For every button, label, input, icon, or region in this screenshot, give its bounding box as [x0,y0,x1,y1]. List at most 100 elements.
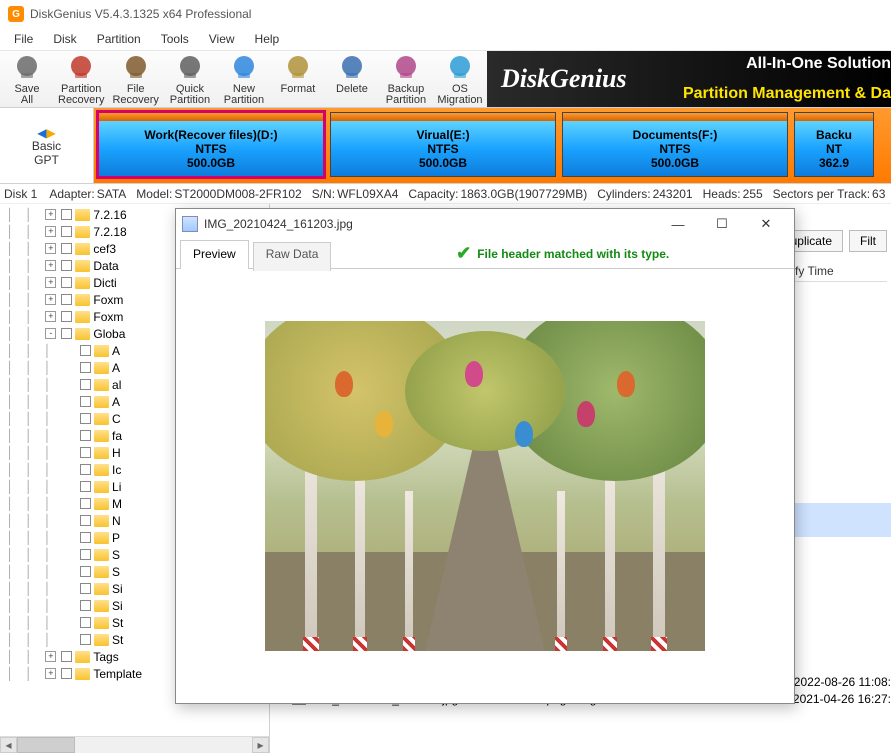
tree-label: Template [93,667,142,681]
tree-label: Globa [93,327,125,341]
new-partition-button[interactable]: NewPartition [217,50,271,108]
expand-icon[interactable]: + [45,209,56,220]
checkbox[interactable] [80,600,91,611]
checkbox[interactable] [61,651,72,662]
maximize-button[interactable]: ☐ [700,210,744,238]
folder-icon [94,362,109,374]
os-migration-icon [444,52,476,84]
save-all-button[interactable]: SaveAll [0,50,54,108]
checkbox[interactable] [80,481,91,492]
disk-nav[interactable]: ◀▶ BasicGPT [0,108,94,183]
app-logo-icon: G [8,6,24,22]
checkbox[interactable] [61,277,72,288]
tree-label: P [112,531,120,545]
checkbox[interactable] [61,243,72,254]
tree-label: A [112,395,120,409]
folder-icon [75,311,90,323]
folder-icon [94,600,109,612]
checkbox[interactable] [80,413,91,424]
checkbox[interactable] [80,549,91,560]
checkbox[interactable] [80,515,91,526]
menu-partition[interactable]: Partition [87,30,151,48]
folder-icon [94,430,109,442]
partition-block[interactable]: BackuNT362.9 [794,112,874,177]
preview-titlebar[interactable]: IMG_20210424_161203.jpg — ☐ ✕ [176,209,794,239]
checkbox[interactable] [61,668,72,679]
partition-block[interactable]: Virual(E:)NTFS500.0GB [330,112,556,177]
close-button[interactable]: ✕ [744,210,788,238]
os-migration-button[interactable]: OSMigration [433,50,487,108]
info-value: 63 [872,187,885,201]
menubar: FileDiskPartitionToolsViewHelp [0,28,891,50]
checkbox[interactable] [61,294,72,305]
checkbox[interactable] [80,464,91,475]
partition-recovery-button[interactable]: PartitionRecovery [54,50,108,108]
checkbox[interactable] [80,498,91,509]
checkbox[interactable] [61,260,72,271]
minimize-button[interactable]: — [656,210,700,238]
quick-partition-icon [174,52,206,84]
info-key: Model: [136,187,172,201]
checkbox[interactable] [80,396,91,407]
menu-tools[interactable]: Tools [151,30,199,48]
checkbox[interactable] [80,617,91,628]
menu-file[interactable]: File [4,30,43,48]
checkbox[interactable] [80,447,91,458]
checkbox[interactable] [80,362,91,373]
partition-block[interactable]: Work(Recover files)(D:)NTFS500.0GB [98,112,324,177]
file-recovery-button[interactable]: FileRecovery [108,50,162,108]
collapse-icon[interactable]: - [45,328,56,339]
folder-icon [94,413,109,425]
expand-icon[interactable]: + [45,260,56,271]
checkbox[interactable] [80,532,91,543]
expand-icon[interactable]: + [45,668,56,679]
expand-icon[interactable]: + [45,243,56,254]
checkbox[interactable] [80,345,91,356]
folder-icon [94,345,109,357]
tree-label: A [112,361,120,375]
info-key: Capacity: [408,187,458,201]
new-partition-icon [228,52,260,84]
tree-hscrollbar[interactable]: ◂ ▸ [0,736,269,753]
checkbox[interactable] [80,379,91,390]
scroll-thumb[interactable] [17,737,75,753]
expand-icon[interactable]: + [45,294,56,305]
checkbox[interactable] [61,209,72,220]
expand-icon[interactable]: + [45,651,56,662]
folder-icon [94,481,109,493]
nav-arrows-icon[interactable]: ◀▶ [37,124,55,140]
preview-window[interactable]: IMG_20210424_161203.jpg — ☐ ✕ Preview Ra… [175,208,795,704]
menu-help[interactable]: Help [245,30,290,48]
preview-title: IMG_20210424_161203.jpg [204,217,656,231]
tree-label: N [112,514,121,528]
expand-icon[interactable]: + [45,311,56,322]
tab-preview[interactable]: Preview [180,240,249,269]
checkbox[interactable] [80,634,91,645]
menu-disk[interactable]: Disk [43,30,86,48]
quick-partition-button[interactable]: QuickPartition [163,50,217,108]
tree-label: 7.2.18 [93,225,126,239]
checkbox[interactable] [61,311,72,322]
delete-button[interactable]: Delete [325,50,379,108]
tree-label: cef3 [93,242,116,256]
expand-icon[interactable]: + [45,277,56,288]
backup-partition-button[interactable]: BackupPartition [379,50,433,108]
checkbox[interactable] [80,430,91,441]
brand-tagline-2: Partition Management & Da [683,85,891,103]
partition-block[interactable]: Documents(F:)NTFS500.0GB [562,112,788,177]
folder-icon [94,549,109,561]
scroll-left-icon[interactable]: ◂ [0,737,17,753]
expand-icon[interactable]: + [45,226,56,237]
filter-button[interactable]: Filt [849,230,887,252]
info-key: S/N: [312,187,335,201]
menu-view[interactable]: View [199,30,245,48]
tab-raw-data[interactable]: Raw Data [253,242,332,271]
checkbox[interactable] [61,328,72,339]
tree-label: Foxm [93,310,123,324]
checkbox[interactable] [61,226,72,237]
checkbox[interactable] [80,583,91,594]
folder-icon [94,515,109,527]
format-button[interactable]: Format [271,50,325,108]
scroll-right-icon[interactable]: ▸ [252,737,269,753]
checkbox[interactable] [80,566,91,577]
